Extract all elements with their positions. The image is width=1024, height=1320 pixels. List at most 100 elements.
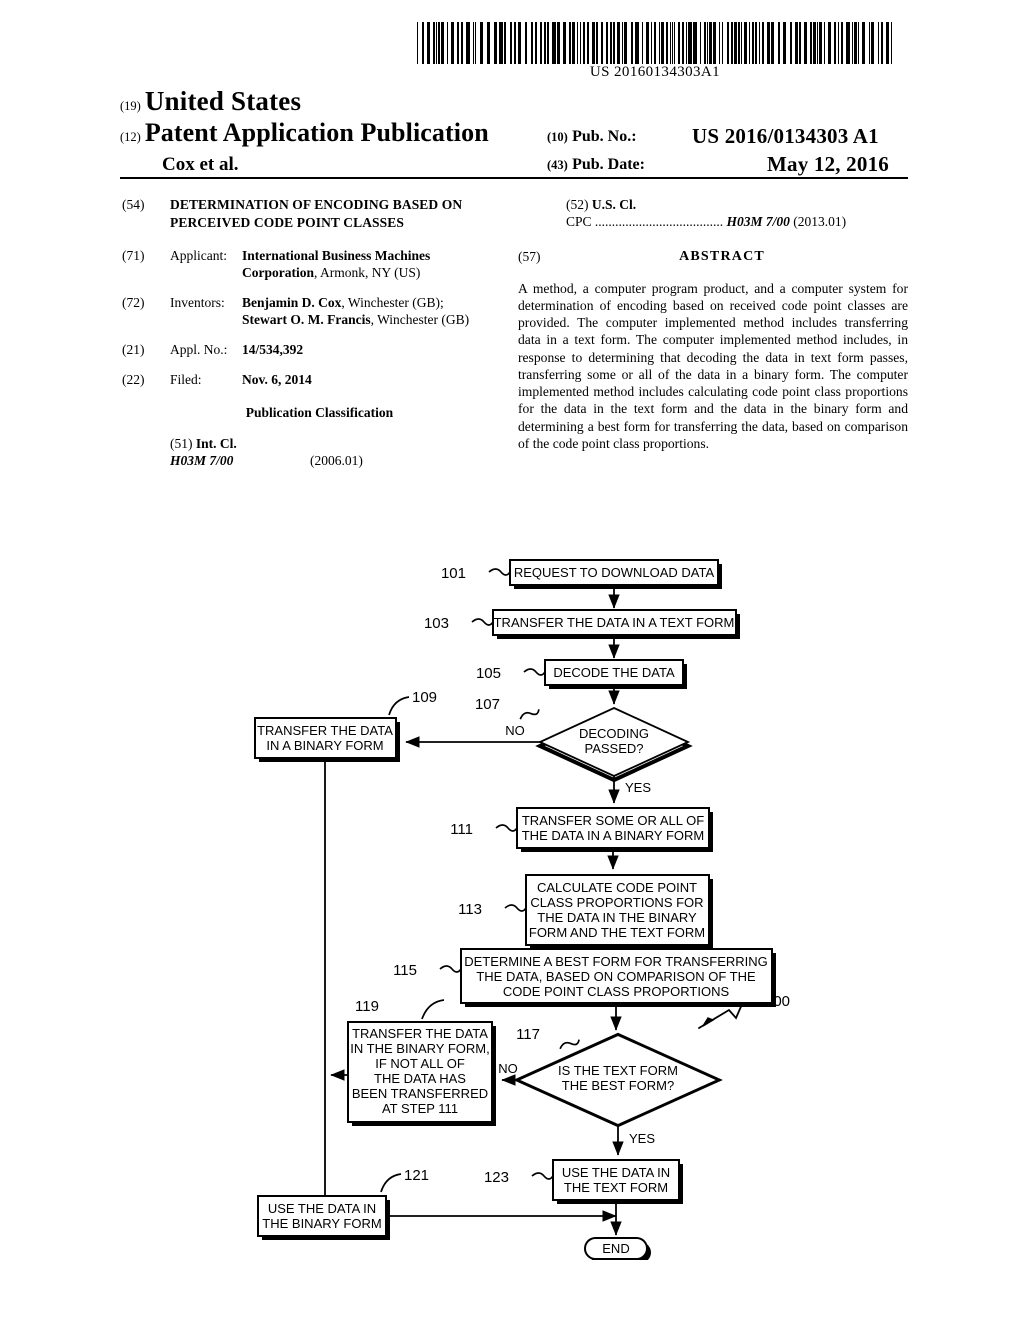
flow-node-111-ref: 111 — [450, 821, 473, 838]
flowchart-figure: 100 REQUEST TO DOWNLOAD DATA 101 TRANSFE… — [0, 490, 1024, 1260]
cpc-leader-dots: ...................................... — [594, 214, 724, 229]
flow-node-113: CALCULATE CODE POINT CLASS PROPORTIONS F… — [458, 874, 713, 949]
flow-node-121-line-2: THE BINARY FORM — [262, 1216, 381, 1231]
field-code-21: (21) — [122, 342, 145, 358]
field-code-54: (54) — [122, 197, 145, 212]
pub-no-label: Pub. No.: — [572, 128, 637, 145]
flow-node-119-line-6: AT STEP 111 — [382, 1101, 458, 1116]
field-code-71: (71) — [122, 248, 145, 264]
int-cl-date: (2006.01) — [310, 453, 363, 469]
country-line: (19) United States — [120, 86, 301, 117]
flow-node-117-line-2: THE BEST FORM? — [562, 1078, 674, 1093]
filed-value: Nov. 6, 2014 — [242, 371, 490, 388]
int-cl-value: H03M 7/00 — [170, 453, 234, 469]
flow-node-119-line-3: IF NOT ALL OF — [375, 1056, 465, 1071]
flow-node-101-ref: 101 — [441, 565, 466, 582]
edge-label-yes-107: YES — [625, 780, 651, 795]
flow-node-121: USE THE DATA IN THE BINARY FORM 121 — [257, 1167, 429, 1240]
flow-node-111-line-2: THE DATA IN A BINARY FORM — [522, 828, 705, 843]
flow-node-119-line-1: TRANSFER THE DATA — [352, 1026, 488, 1041]
header-divider — [120, 177, 908, 179]
flow-node-117: IS THE TEXT FORM THE BEST FORM? 117 — [513, 1026, 723, 1128]
pub-date-label: Pub. Date: — [572, 156, 645, 173]
flow-node-113-line-2: CLASS PROPORTIONS FOR — [530, 895, 703, 910]
flow-node-119: TRANSFER THE DATA IN THE BINARY FORM, IF… — [347, 998, 496, 1126]
flow-node-117-line-1: IS THE TEXT FORM — [558, 1063, 678, 1078]
flow-node-103-line-1: TRANSFER THE DATA IN A TEXT FORM — [494, 615, 735, 630]
field-inventors: (72) Inventors: Benjamin D. Cox, Winchest… — [122, 294, 497, 328]
flow-node-109-line-2: IN A BINARY FORM — [266, 738, 383, 753]
flow-node-119-line-2: IN THE BINARY FORM, — [350, 1041, 489, 1056]
flow-node-121-line-1: USE THE DATA IN — [268, 1201, 376, 1216]
flow-node-119-ref: 119 — [355, 998, 379, 1015]
flow-node-123-line-1: USE THE DATA IN — [562, 1165, 670, 1180]
flow-node-121-ref: 121 — [404, 1167, 429, 1184]
cpc-date: (2013.01) — [793, 214, 847, 229]
flow-node-111: TRANSFER SOME OR ALL OF THE DATA IN A BI… — [450, 807, 713, 852]
flow-node-109-line-1: TRANSFER THE DATA — [257, 723, 393, 738]
inventor-2-name: Stewart O. M. Francis — [242, 312, 371, 328]
flow-node-107: DECODING PASSED? 107 — [475, 696, 693, 783]
flow-node-115: DETERMINE A BEST FORM FOR TRANSFERRING T… — [393, 948, 776, 1007]
appl-no-value: 14/534,392 — [242, 341, 490, 358]
flow-node-107-ref: 107 — [475, 696, 500, 713]
inventor-1-location: , Winchester (GB); — [341, 295, 444, 311]
pub-no-row: (10) Pub. No.: US 2016/0134303 A1 — [547, 124, 879, 148]
flow-node-103-ref: 103 — [424, 615, 449, 632]
bibliographic-right-column: (52) U.S. Cl. CPC ......................… — [518, 196, 908, 452]
flow-node-113-line-4: FORM AND THE TEXT FORM — [529, 925, 705, 940]
doc-type-line: (12) Patent Application Publication — [120, 118, 489, 148]
flow-node-119-line-4: THE DATA HAS — [374, 1071, 466, 1086]
flow-node-115-line-3: CODE POINT CLASS PROPORTIONS — [503, 984, 730, 999]
flow-node-103: TRANSFER THE DATA IN A TEXT FORM 103 — [424, 609, 740, 639]
field-code-22: (22) — [122, 372, 145, 388]
applicant-address: , Armonk, NY (US) — [314, 265, 421, 281]
flow-node-123-line-2: THE TEXT FORM — [564, 1180, 668, 1195]
barcode-number: US 20160134303A1 — [589, 64, 721, 80]
flow-node-105: DECODE THE DATA 105 — [476, 659, 687, 689]
flow-node-113-line-3: THE DATA IN THE BINARY — [537, 910, 697, 925]
field-appl-no: (21) Appl. No.: 14/534,392 — [122, 341, 497, 358]
flow-node-123-ref: 123 — [484, 1169, 509, 1186]
inventors-label: Inventors: — [170, 295, 225, 311]
flow-node-115-ref: 115 — [393, 962, 417, 979]
filed-date: Nov. 6, 2014 — [242, 372, 312, 388]
flow-node-113-line-1: CALCULATE CODE POINT — [537, 880, 697, 895]
inventor-1-name: Benjamin D. Cox — [242, 295, 342, 311]
flow-node-117-ref: 117 — [516, 1026, 540, 1043]
field-applicant: (71) Applicant: International Business Ma… — [122, 247, 497, 281]
abstract-body: A method, a computer program product, an… — [518, 280, 908, 451]
appl-no-number: 14/534,392 — [242, 342, 304, 358]
pub-no-value: US 2016/0134303 A1 — [692, 124, 879, 148]
flow-node-101: REQUEST TO DOWNLOAD DATA 101 — [441, 559, 722, 589]
flow-node-123: USE THE DATA IN THE TEXT FORM 123 — [484, 1159, 683, 1204]
flow-node-end: END — [584, 1237, 651, 1260]
flow-node-109-ref: 109 — [412, 689, 437, 706]
flow-node-109: TRANSFER THE DATA IN A BINARY FORM 109 — [254, 689, 437, 762]
applicant-value: International Business Machines Corporat… — [242, 247, 490, 281]
int-cl-label: Int. Cl. — [195, 436, 237, 452]
flow-node-115-line-2: THE DATA, BASED ON COMPARISON OF THE — [476, 969, 756, 984]
abstract-title: ABSTRACT — [679, 249, 765, 264]
flow-node-107-line-1: DECODING — [579, 726, 649, 741]
cpc-label: CPC — [566, 214, 592, 229]
flow-node-101-line-1: REQUEST TO DOWNLOAD DATA — [514, 565, 715, 580]
field-code-72: (72) — [122, 295, 145, 311]
pub-date-value: May 12, 2016 — [767, 152, 889, 176]
cpc-value: H03M 7/00 — [726, 214, 790, 229]
filed-label: Filed: — [170, 372, 202, 388]
edge-label-no-107: NO — [505, 723, 525, 738]
barcode — [415, 22, 895, 64]
inventor-2-location: , Winchester — [370, 312, 439, 328]
us-cl-label: U.S. Cl. — [591, 197, 637, 212]
pub-date-row: (43) Pub. Date: May 12, 2016 — [547, 152, 889, 176]
bibliographic-left-column: (54) DETERMINATION OF ENCODING BASED ON … — [122, 196, 497, 469]
flow-node-107-line-2: PASSED? — [584, 741, 643, 756]
code-43: (43) — [547, 158, 568, 172]
inventor-2-country: (GB) — [441, 312, 470, 328]
field-code-52: (52) — [566, 197, 589, 212]
field-int-cl: (51) Int. Cl. H03M 7/00 (2006.01) — [122, 435, 497, 469]
publication-classification-heading: Publication Classification — [245, 405, 394, 421]
appl-no-label: Appl. No.: — [170, 342, 228, 358]
field-title: (54) DETERMINATION OF ENCODING BASED ON … — [122, 196, 497, 231]
